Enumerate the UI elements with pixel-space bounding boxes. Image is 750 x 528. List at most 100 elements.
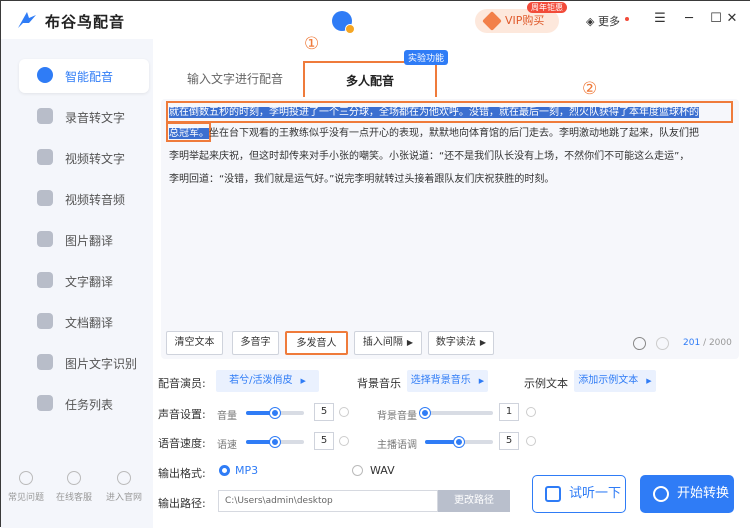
listen-button[interactable]: 试听一下 xyxy=(532,475,626,513)
undo-icon[interactable] xyxy=(633,337,646,350)
sidebar-item-video-to-audio[interactable]: 视频转音频 xyxy=(19,182,149,216)
tone-slider[interactable] xyxy=(425,437,493,447)
notification-dot xyxy=(625,17,629,21)
change-path-button[interactable]: 更改路径 xyxy=(438,490,510,512)
official-site-link[interactable]: 进入官网 xyxy=(103,471,145,503)
editor-line-3: 李明举起来庆祝，但这时却传来对手小张的嘲笑。小张说道：“还不是我们队长没有上场，… xyxy=(169,151,690,162)
mp3-label: MP3 xyxy=(235,464,259,477)
example-text-label: 示例文本 xyxy=(524,377,568,390)
doc-translate-icon xyxy=(37,313,53,329)
format-label: 输出格式: xyxy=(158,467,206,480)
mic-icon xyxy=(37,67,53,83)
triangle-right-icon: ▶ xyxy=(478,377,485,385)
insert-pause-button[interactable]: 插入间隔 ▶ xyxy=(354,331,422,355)
sidebar-item-task-list[interactable]: 任务列表 xyxy=(19,387,149,421)
multi-speaker-button[interactable]: 多发音人 xyxy=(285,331,348,355)
wav-radio[interactable] xyxy=(352,465,363,476)
experimental-badge: 实验功能 xyxy=(404,50,449,65)
reset-icon[interactable] xyxy=(339,407,349,417)
convert-icon xyxy=(653,486,669,502)
tab-text-dubbing[interactable]: 输入文字进行配音 xyxy=(177,61,293,97)
output-path-field[interactable]: C:\Users\admin\desktop xyxy=(218,490,438,512)
more-menu-button[interactable]: ◈ 更多 xyxy=(586,13,620,29)
clear-text-button[interactable]: 清空文本 xyxy=(166,331,223,355)
number-reading-button[interactable]: 数字读法 ▶ xyxy=(428,331,494,355)
bgm-volume-label: 背景音量 xyxy=(377,411,417,422)
selected-text: 就在倒数五秒的时刻，李明投进了一个三分球，全场都在为他欢呼。没错，就在最后一刻，… xyxy=(169,107,699,118)
polyphone-button[interactable]: 多音字 xyxy=(232,331,279,355)
volume-slider[interactable] xyxy=(246,408,304,418)
avatar-vip-badge xyxy=(345,24,355,34)
annotation-1: ① xyxy=(304,34,320,54)
voice-actor-select[interactable]: 若兮/活泼俏皮 ▶ xyxy=(216,370,319,392)
bgm-label: 背景音乐 xyxy=(357,377,401,390)
sidebar-item-ocr[interactable]: 图片文字识别 xyxy=(19,346,149,380)
diamond-icon xyxy=(482,11,502,31)
promo-tag: 周年钜惠 xyxy=(527,2,567,13)
selected-text-tail: 总冠军。 xyxy=(169,128,209,139)
tab-multi-speaker[interactable]: 多人配音 xyxy=(303,61,437,97)
mp3-radio[interactable] xyxy=(219,465,230,476)
minimize-button[interactable]: ─ xyxy=(680,10,698,28)
volume-label: 音量 xyxy=(217,411,237,422)
play-icon xyxy=(545,486,561,502)
tone-value[interactable]: 5 xyxy=(499,432,519,450)
char-counter: 201 / 2000 xyxy=(683,338,732,348)
editor-line-4: 李明回道：“没错，我们就是运气好。”说完李明就转过头接着跟队友们庆祝获胜的时刻。 xyxy=(169,174,555,185)
bgm-volume-slider[interactable] xyxy=(420,408,493,418)
slider-knob[interactable] xyxy=(454,437,464,447)
sidebar-item-text-translate[interactable]: 文字翻译 xyxy=(19,264,149,298)
speed-settings-label: 语音速度: xyxy=(158,437,206,450)
triangle-right-icon: ▶ xyxy=(479,338,487,347)
task-list-icon xyxy=(37,395,53,411)
speed-value[interactable]: 5 xyxy=(314,432,334,450)
help-icon xyxy=(19,471,33,485)
sidebar-item-video-to-text[interactable]: 视频转文字 xyxy=(19,141,149,175)
triangle-right-icon: ▶ xyxy=(406,338,414,347)
record-to-text-icon xyxy=(37,108,53,124)
ocr-icon xyxy=(37,354,53,370)
sound-settings-label: 声音设置: xyxy=(158,408,206,421)
menu-icon[interactable]: ☰ xyxy=(651,10,669,28)
sidebar-item-image-translate[interactable]: 图片翻译 xyxy=(19,223,149,257)
slider-knob[interactable] xyxy=(270,437,280,447)
annotation-2: ② xyxy=(582,79,598,99)
redo-icon[interactable] xyxy=(656,337,669,350)
speed-label: 语速 xyxy=(217,440,237,451)
triangle-right-icon: ▶ xyxy=(646,377,652,385)
image-translate-icon xyxy=(37,231,53,247)
volume-value[interactable]: 5 xyxy=(314,403,334,421)
app-logo-icon xyxy=(18,12,36,28)
speed-slider[interactable] xyxy=(246,437,304,447)
slider-knob[interactable] xyxy=(270,408,280,418)
online-support-link[interactable]: 在线客服 xyxy=(53,471,95,503)
text-translate-icon xyxy=(37,272,53,288)
reset-icon[interactable] xyxy=(526,407,536,417)
app-title: 布谷鸟配音 xyxy=(45,13,126,31)
voice-actor-label: 配音演员: xyxy=(158,377,206,390)
editor-line-2: 总冠军。坐在台下观看的王教练似乎没有一点开心的表现，默默地向体育馆的后门走去。李… xyxy=(169,128,699,139)
triangle-right-icon: ▶ xyxy=(300,377,306,385)
path-label: 输出路径: xyxy=(158,497,206,510)
video-to-audio-icon xyxy=(37,190,53,206)
reset-icon[interactable] xyxy=(339,436,349,446)
tone-label: 主播语调 xyxy=(377,440,417,451)
sidebar-item-smart-dubbing[interactable]: 智能配音 xyxy=(19,59,149,93)
title-bar: 布谷鸟配音 VIP购买 周年钜惠 ◈ 更多 ☰ ─ ☐ ✕ xyxy=(1,1,750,39)
layers-icon: ◈ xyxy=(586,15,598,28)
chat-icon xyxy=(67,471,81,485)
faq-link[interactable]: 常见问题 xyxy=(5,471,47,503)
sidebar-item-doc-translate[interactable]: 文档翻译 xyxy=(19,305,149,339)
close-button[interactable]: ✕ xyxy=(723,10,741,28)
start-convert-button[interactable]: 开始转换 xyxy=(640,475,734,513)
example-text-select[interactable]: 添加示例文本 ▶ xyxy=(574,370,656,392)
editor-line-1: 就在倒数五秒的时刻，李明投进了一个三分球，全场都在为他欢呼。没错，就在最后一刻，… xyxy=(169,101,733,124)
sidebar-item-record-to-text[interactable]: 录音转文字 xyxy=(19,100,149,134)
wav-label: WAV xyxy=(370,464,395,477)
slider-knob[interactable] xyxy=(420,408,430,418)
home-icon xyxy=(117,471,131,485)
sidebar: 智能配音 录音转文字 视频转文字 视频转音频 图片翻译 文字翻译 文档翻译 图片… xyxy=(1,39,153,528)
reset-icon[interactable] xyxy=(526,436,536,446)
bgm-select[interactable]: 选择背景音乐 ▶ xyxy=(407,370,488,392)
bgm-volume-value[interactable]: 1 xyxy=(499,403,519,421)
